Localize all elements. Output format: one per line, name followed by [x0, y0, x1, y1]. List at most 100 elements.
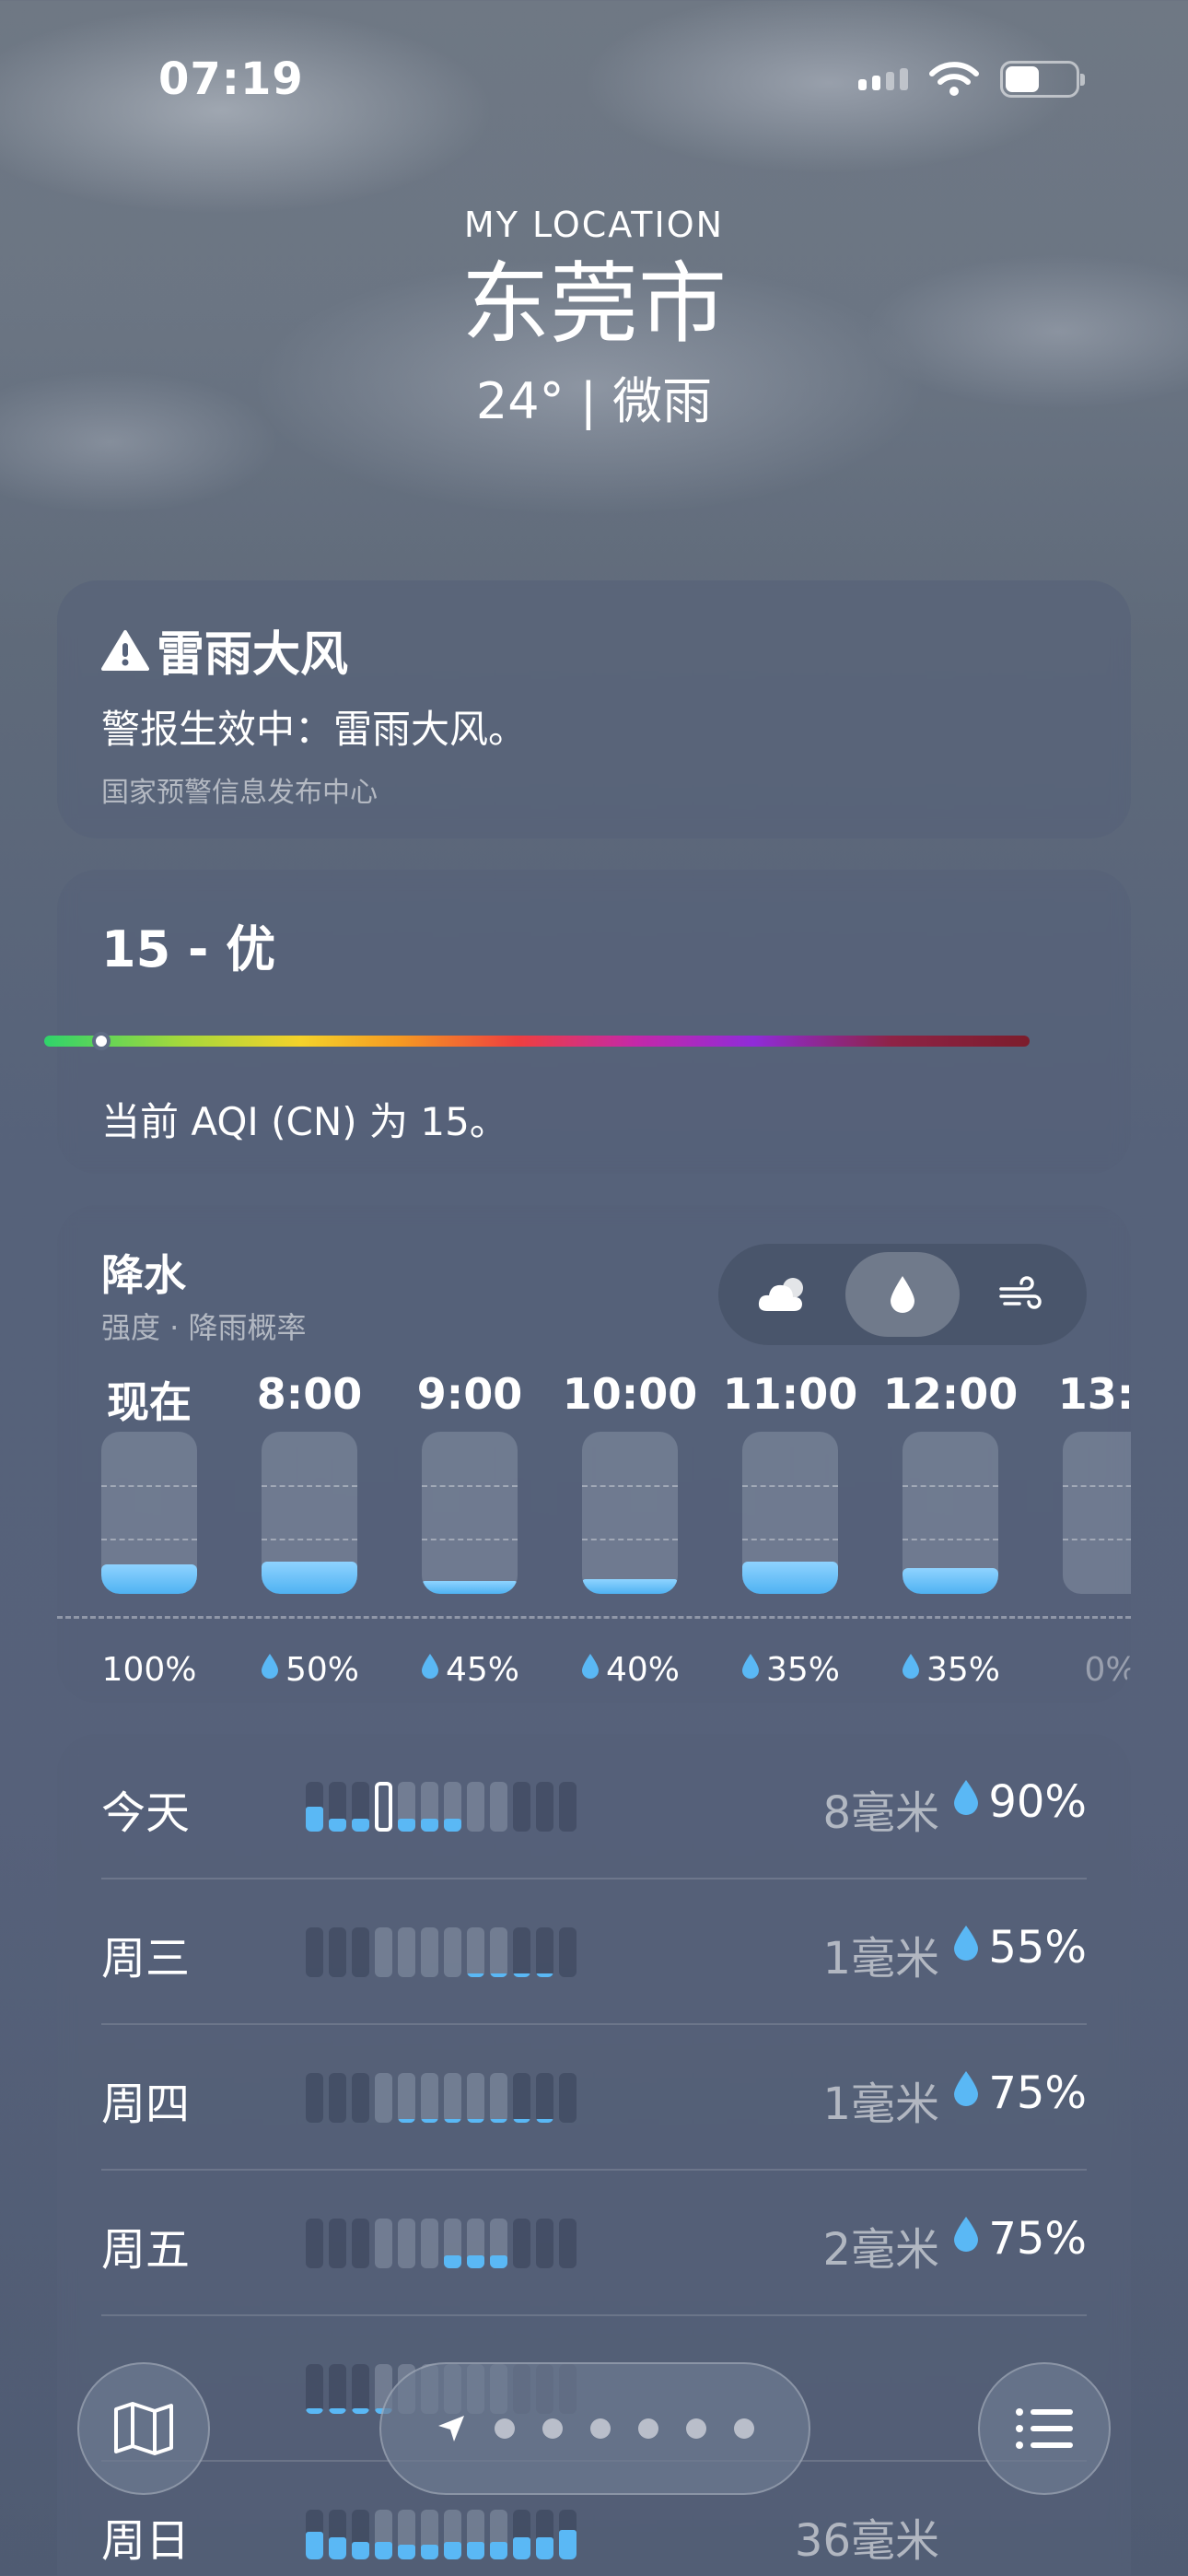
mini-bar [490, 1782, 507, 1832]
raindrop-icon [580, 1651, 600, 1689]
gridline [422, 1539, 518, 1540]
page-indicator[interactable] [379, 2362, 810, 2495]
rain-probability-value: 75% [988, 2213, 1087, 2265]
mini-bar [467, 1927, 484, 1977]
mini-bar [329, 2073, 346, 2123]
mini-bar [352, 2219, 369, 2268]
mini-bar [352, 2073, 369, 2123]
hourly-mini-bars [306, 2219, 577, 2268]
raindrop-icon [951, 2213, 981, 2265]
map-icon [114, 2402, 173, 2455]
mini-bar [536, 1782, 553, 1832]
page-dot[interactable] [686, 2418, 706, 2439]
mini-bar [536, 2073, 553, 2123]
mini-bar [306, 2219, 323, 2268]
precip-mode-selector[interactable] [718, 1244, 1087, 1345]
city-name: 东莞市 [461, 252, 727, 356]
mini-bar [513, 1927, 530, 1977]
page-dot[interactable] [638, 2418, 658, 2439]
mini-bar [306, 1782, 323, 1832]
rain-amount: 36毫米 [794, 2515, 939, 2567]
rain-probability: 50% [260, 1651, 359, 1689]
hour-label: 8:00 [256, 1369, 363, 1419]
hour-label: 12:00 [882, 1369, 1019, 1419]
mini-bar [398, 2510, 415, 2559]
rain-probability-value: 100% [101, 1651, 197, 1689]
mini-bar [352, 2510, 369, 2559]
mini-bar [559, 1927, 577, 1977]
hour-intensity-bar [903, 1432, 998, 1594]
mini-bar [375, 1782, 392, 1832]
hourly-mini-bars [306, 2510, 577, 2559]
hour-intensity-bar [422, 1432, 518, 1594]
mini-bar [352, 2364, 369, 2414]
cloud-mode-button[interactable] [728, 1252, 842, 1337]
daily-row[interactable]: 周四 1毫米 75% [101, 2025, 1087, 2171]
mini-bar [444, 1782, 461, 1832]
day-name: 周四 [101, 2078, 191, 2130]
raindrop-icon [901, 1651, 921, 1689]
aqi-title: 15 - 优 [101, 920, 276, 978]
mini-bar [421, 2219, 438, 2268]
gridline [101, 1485, 197, 1487]
rain-probability: 45% [420, 1651, 519, 1689]
rain-probability-value: 90% [988, 1776, 1087, 1828]
mini-bar [306, 1927, 323, 1977]
hour-label: 现在 [107, 1377, 192, 1427]
page-dot[interactable] [734, 2418, 754, 2439]
mini-bar [536, 2219, 553, 2268]
wind-icon [999, 1276, 1042, 1309]
mini-bar [513, 2073, 530, 2123]
mini-bar [352, 1927, 369, 1977]
mini-bar [329, 2219, 346, 2268]
raindrop-icon [951, 1776, 981, 1828]
wind-mode-button[interactable] [963, 1252, 1077, 1337]
mini-bar [513, 1782, 530, 1832]
day-name: 今天 [101, 1787, 191, 1839]
page-dot[interactable] [495, 2418, 515, 2439]
daily-row[interactable]: 周五 2毫米 75% [101, 2171, 1087, 2316]
gridline [262, 1539, 357, 1540]
mini-bar [398, 1927, 415, 1977]
raindrop-icon [740, 1651, 761, 1689]
warning-triangle-icon [101, 629, 149, 671]
hour-intensity-bar [742, 1432, 838, 1594]
daily-row[interactable]: 今天 8毫米 90% [101, 1734, 1087, 1879]
page-dot[interactable] [590, 2418, 611, 2439]
raindrop-icon [420, 1651, 440, 1689]
location-label: MY LOCATION [463, 205, 725, 245]
gridline [582, 1485, 678, 1487]
rain-probability-value: 35% [765, 1651, 841, 1689]
gridline [422, 1485, 518, 1487]
rain-probability: 100% [102, 1651, 197, 1689]
daily-row[interactable]: 周三 1毫米 55% [101, 1879, 1087, 2025]
map-button[interactable] [77, 2362, 210, 2495]
mini-bar [559, 1782, 577, 1832]
precipitation-mode-button[interactable] [845, 1252, 960, 1337]
rain-probability: 35% [901, 1651, 1000, 1689]
location-header: MY LOCATION 东莞市 24° | 微雨 [0, 205, 1188, 433]
mini-bar [421, 1782, 438, 1832]
mini-bar [306, 2364, 323, 2414]
rain-probability-value: 55% [988, 1922, 1087, 1973]
mini-bar [490, 2219, 507, 2268]
mini-bar [467, 1782, 484, 1832]
mini-bar [398, 2219, 415, 2268]
precipitation-card[interactable]: 降水 强度 · 降雨概率 现在 100% 8:00 50% 9:00 45% 10:00 40… [57, 1205, 1131, 1703]
day-name: 周三 [101, 1933, 191, 1985]
mini-bar [536, 2510, 553, 2559]
mini-bar [559, 2073, 577, 2123]
aqi-description: 当前 AQI (CN) 为 15。 [101, 1099, 508, 1144]
mini-bar [329, 2510, 346, 2559]
mini-bar [467, 2219, 484, 2268]
status-time: 07:19 [158, 53, 304, 105]
city-list-button[interactable] [978, 2362, 1111, 2495]
list-icon [1016, 2408, 1073, 2449]
air-quality-card[interactable]: 15 - 优 当前 AQI (CN) 为 15。 [57, 870, 1131, 1174]
rain-intensity-fill [582, 1579, 678, 1594]
severe-weather-alert-card[interactable]: 雷雨大风 警报生效中：雷雨大风。 国家预警信息发布中心 [57, 580, 1131, 838]
page-dot[interactable] [542, 2418, 563, 2439]
mini-bar [467, 2510, 484, 2559]
aqi-indicator [92, 1032, 111, 1050]
mini-bar [490, 1927, 507, 1977]
